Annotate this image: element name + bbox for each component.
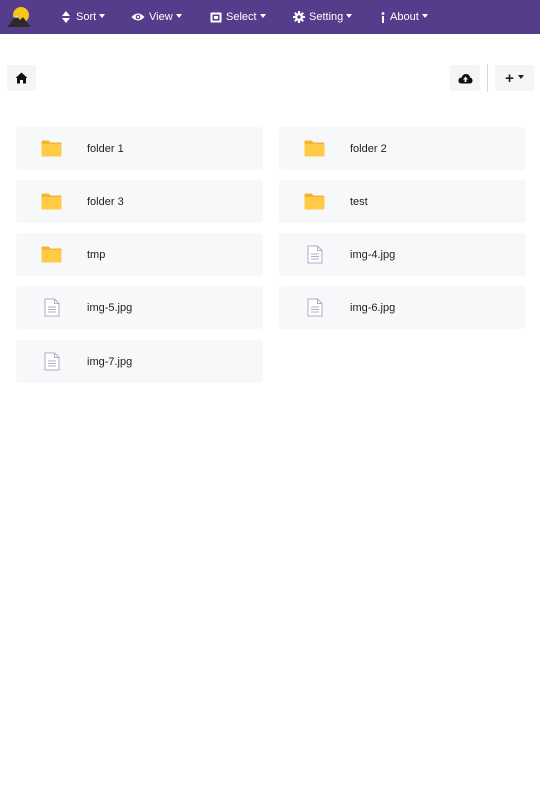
item-name: img-5.jpg bbox=[87, 301, 133, 314]
item-name: folder 2 bbox=[350, 142, 387, 155]
setting-menu[interactable]: Setting bbox=[293, 0, 353, 34]
file-item[interactable]: img-6.jpg bbox=[279, 286, 526, 329]
chevron-down-icon bbox=[175, 14, 182, 18]
sort-icon bbox=[60, 11, 72, 23]
select-menu[interactable]: Select bbox=[210, 0, 266, 34]
info-icon bbox=[380, 11, 386, 23]
file-item[interactable]: img-4.jpg bbox=[279, 233, 526, 276]
add-button-label: + bbox=[505, 69, 514, 87]
gear-icon bbox=[293, 11, 305, 23]
about-menu-label: About bbox=[390, 11, 419, 23]
item-name: folder 1 bbox=[87, 142, 124, 155]
item-name: img-4.jpg bbox=[350, 248, 396, 261]
file-icon bbox=[279, 298, 350, 317]
setting-menu-label: Setting bbox=[309, 11, 344, 23]
folder-item[interactable]: tmp bbox=[16, 233, 263, 276]
chevron-down-icon bbox=[346, 14, 353, 18]
item-name: tmp bbox=[87, 248, 106, 261]
toolbar-divider bbox=[487, 64, 488, 92]
item-name: folder 3 bbox=[87, 195, 124, 208]
file-icon bbox=[16, 352, 87, 371]
chevron-down-icon bbox=[421, 14, 428, 18]
file-icon bbox=[16, 298, 87, 317]
folder-item[interactable]: folder 3 bbox=[16, 180, 263, 223]
chevron-down-icon bbox=[259, 14, 266, 18]
eye-icon bbox=[131, 11, 145, 23]
view-menu[interactable]: View bbox=[131, 0, 182, 34]
home-button[interactable] bbox=[7, 65, 36, 91]
folder-icon bbox=[16, 140, 87, 157]
home-icon bbox=[15, 72, 28, 84]
view-menu-label: View bbox=[149, 11, 173, 23]
item-name: img-7.jpg bbox=[87, 355, 133, 368]
file-item[interactable]: img-5.jpg bbox=[16, 286, 263, 329]
upload-button[interactable] bbox=[450, 65, 480, 91]
cloud-upload-icon bbox=[457, 73, 472, 83]
folder-item[interactable]: test bbox=[279, 180, 526, 223]
folder-icon bbox=[16, 246, 87, 263]
chevron-down-icon bbox=[99, 14, 106, 18]
about-menu[interactable]: About bbox=[380, 0, 428, 34]
file-item[interactable]: img-7.jpg bbox=[16, 340, 263, 383]
chevron-down-icon bbox=[517, 75, 524, 79]
item-name: test bbox=[350, 195, 368, 208]
top-navbar: Sort View Select Setting About bbox=[0, 0, 540, 34]
sort-menu-label: Sort bbox=[76, 11, 97, 23]
item-name: img-6.jpg bbox=[350, 301, 396, 314]
folder-item[interactable]: folder 2 bbox=[279, 127, 526, 170]
add-button[interactable]: + bbox=[495, 65, 534, 91]
folder-item[interactable]: folder 1 bbox=[16, 127, 263, 170]
folder-icon bbox=[279, 140, 350, 157]
folder-icon bbox=[16, 193, 87, 210]
mountain-sun-logo-icon[interactable] bbox=[8, 6, 30, 28]
file-icon bbox=[279, 245, 350, 264]
select-menu-label: Select bbox=[226, 11, 257, 23]
folder-icon bbox=[279, 193, 350, 210]
select-icon bbox=[210, 11, 222, 23]
sort-menu[interactable]: Sort bbox=[60, 0, 106, 34]
